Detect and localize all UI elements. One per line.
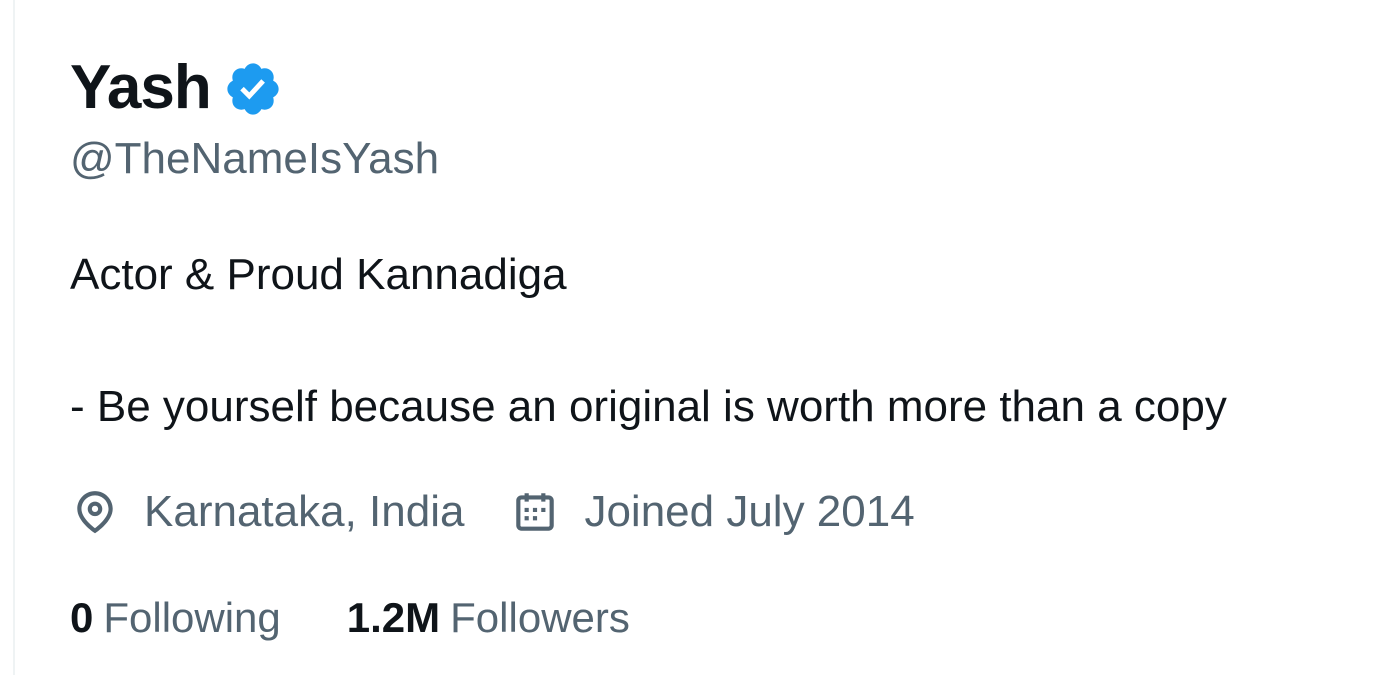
verified-badge-icon[interactable] xyxy=(223,59,283,119)
joined-item: Joined July 2014 xyxy=(510,485,915,539)
bio-line-2: - Be yourself because an original is wor… xyxy=(70,382,1227,431)
followers-label: Followers xyxy=(450,594,630,641)
followers-count: 1.2M xyxy=(346,594,441,641)
following-label: Following xyxy=(103,594,281,641)
calendar-icon xyxy=(516,493,555,531)
location-pin-icon xyxy=(77,491,113,534)
profile-page: Yash @TheNameIsYash Actor & Proud Kannad… xyxy=(0,0,1388,675)
column-divider xyxy=(13,0,15,675)
user-handle: @TheNameIsYash xyxy=(70,134,440,183)
bio-line-1: Actor & Proud Kannadiga xyxy=(70,250,567,299)
following-link[interactable]: 0 Following xyxy=(70,594,281,642)
profile-meta: Karnataka, India Joined July 2014 xyxy=(70,484,961,540)
name-row: Yash xyxy=(70,52,283,124)
location-text: Karnataka, India xyxy=(144,487,465,536)
location-item: Karnataka, India xyxy=(70,485,464,539)
joined-date-text: Joined July 2014 xyxy=(584,487,915,536)
followers-link[interactable]: 1.2M Followers xyxy=(347,594,630,642)
display-name: Yash xyxy=(70,53,212,122)
following-count: 0 xyxy=(70,594,94,641)
follow-stats: 0 Following 1.2M Followers xyxy=(70,590,696,646)
